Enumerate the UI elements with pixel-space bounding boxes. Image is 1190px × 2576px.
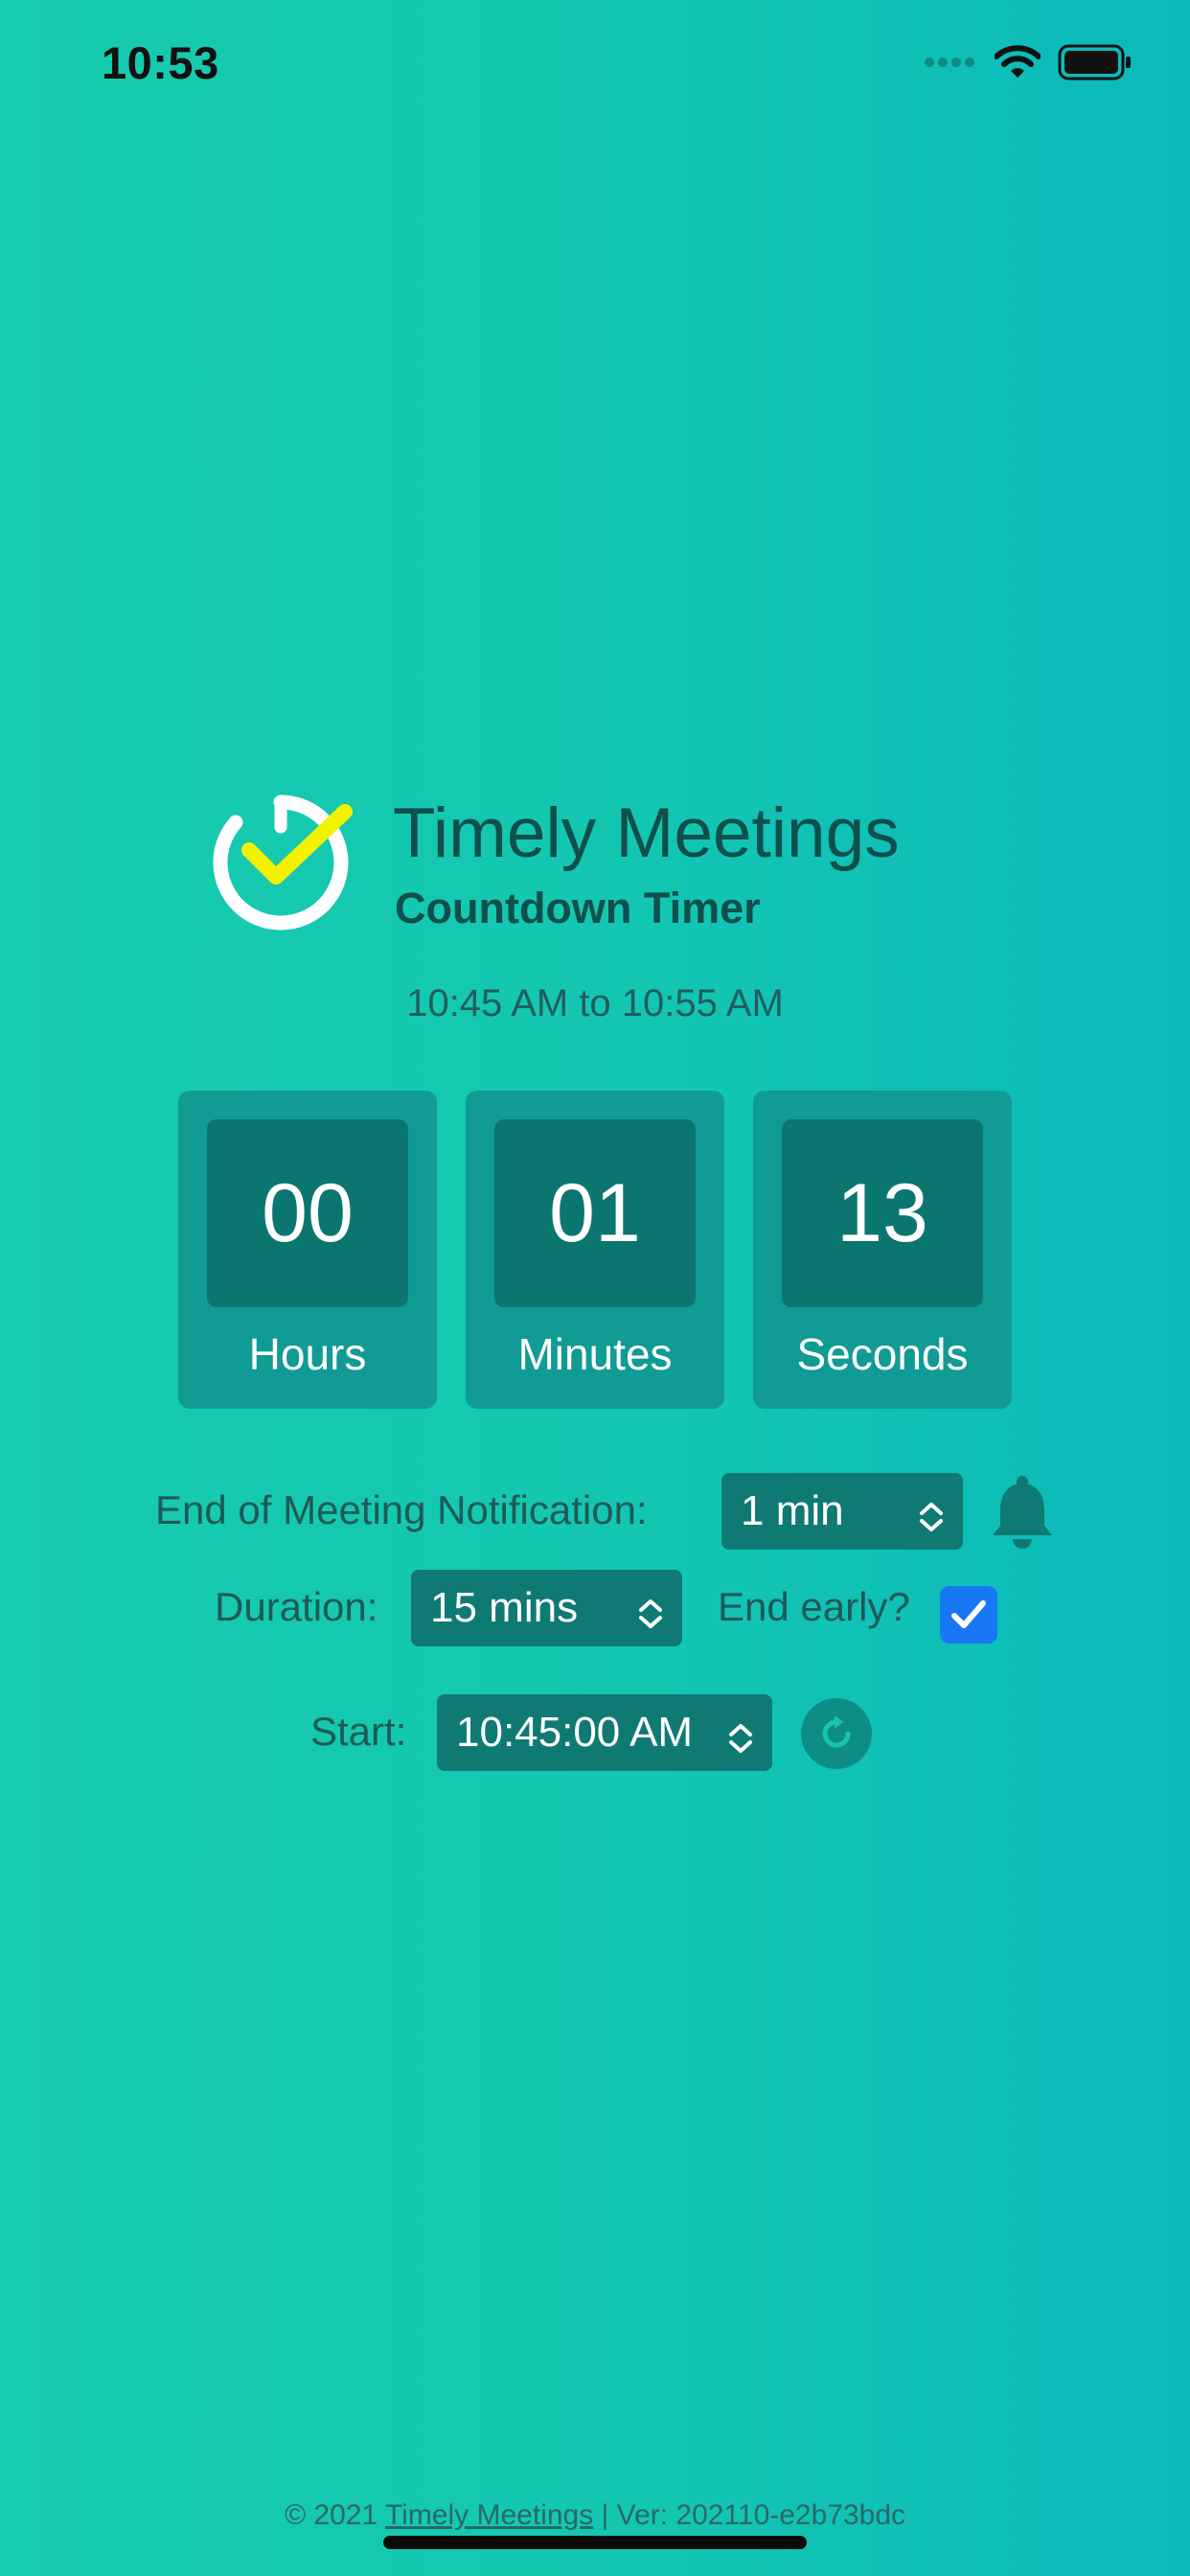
refresh-icon xyxy=(822,1715,851,1748)
chevron-up-down-icon xyxy=(726,1717,755,1765)
start-time-select[interactable]: 10:45:00 AM xyxy=(437,1694,772,1771)
minutes-label: Minutes xyxy=(517,1329,673,1379)
chevron-up-down-icon xyxy=(636,1593,665,1641)
end-early-checkbox[interactable] xyxy=(940,1586,997,1644)
app-subtitle: Countdown Timer xyxy=(395,884,761,932)
notification-select-value: 1 min xyxy=(741,1487,844,1534)
signal-dots-icon xyxy=(924,56,977,74)
minutes-value: 01 xyxy=(494,1119,696,1307)
hours-box: 00 Hours xyxy=(178,1091,437,1409)
chevron-up-down-icon xyxy=(917,1496,946,1544)
status-bar-icons xyxy=(924,44,1133,85)
start-label: Start: xyxy=(310,1709,407,1754)
minutes-box: 01 Minutes xyxy=(466,1091,724,1409)
battery-icon xyxy=(1058,44,1133,85)
notification-label: End of Meeting Notification: xyxy=(155,1487,648,1532)
footer-version: | Ver: 202110-e2b73bdc xyxy=(593,2499,906,2531)
footer-copyright: © 2021 xyxy=(284,2499,385,2531)
refresh-start-button[interactable] xyxy=(801,1698,872,1769)
status-bar-time: 10:53 xyxy=(102,37,219,88)
duration-select-value: 15 mins xyxy=(430,1584,579,1631)
notification-select[interactable]: 1 min xyxy=(721,1473,963,1550)
duration-label: Duration: xyxy=(215,1584,378,1629)
timer-check-logo-icon xyxy=(209,791,353,934)
start-time-value: 10:45:00 AM xyxy=(456,1709,694,1756)
end-early-label: End early? xyxy=(718,1584,910,1629)
seconds-value: 13 xyxy=(782,1119,983,1307)
hours-label: Hours xyxy=(248,1329,367,1379)
checkmark-icon xyxy=(951,1600,986,1628)
app-title: Timely Meetings xyxy=(393,794,900,872)
meeting-time-range: 10:45 AM to 10:55 AM xyxy=(406,982,784,1024)
bell-icon[interactable] xyxy=(991,1476,1054,1551)
wifi-icon xyxy=(994,45,1041,84)
hours-value: 00 xyxy=(207,1119,408,1307)
seconds-box: 13 Seconds xyxy=(753,1091,1012,1409)
home-indicator[interactable] xyxy=(383,2536,807,2549)
seconds-label: Seconds xyxy=(796,1329,969,1379)
footer-link-timely-meetings[interactable]: Timely Meetings xyxy=(385,2499,593,2531)
duration-select[interactable]: 15 mins xyxy=(411,1570,682,1646)
footer: © 2021 Timely Meetings | Ver: 202110-e2b… xyxy=(0,2499,1190,2532)
